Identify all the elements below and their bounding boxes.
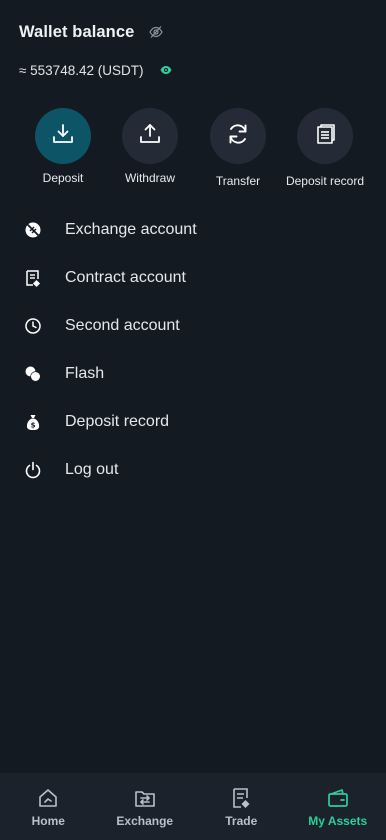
contract-doc-icon — [24, 269, 42, 287]
menu-item-label: Flash — [65, 365, 105, 382]
eye-slash-icon[interactable] — [149, 25, 164, 39]
money-bag-icon: $ — [24, 413, 42, 431]
menu-item-exchange-account[interactable]: Exchange account — [0, 206, 386, 254]
wallet-header: Wallet balance — [19, 20, 164, 44]
wallet-icon — [327, 787, 349, 809]
document-icon — [314, 123, 336, 150]
upload-icon — [139, 123, 161, 150]
menu-item-label: Second account — [65, 317, 180, 334]
withdraw-label: Withdraw — [124, 171, 175, 185]
deposit-record-label: Deposit record — [285, 174, 365, 188]
transfer-button[interactable]: Transfer — [192, 108, 284, 188]
deposit-record-button[interactable]: Deposit record — [279, 108, 371, 188]
clock-icon — [24, 317, 42, 335]
tab-exchange[interactable]: Exchange — [97, 773, 194, 840]
tab-label: My Assets — [308, 814, 368, 828]
eye-icon[interactable] — [160, 64, 172, 76]
refresh-icon — [226, 122, 250, 151]
deposit-label: Deposit — [42, 171, 84, 185]
quick-actions: Deposit Withdraw Transfer Deposit record — [0, 108, 386, 198]
withdraw-button[interactable]: Withdraw — [104, 108, 196, 185]
menu-item-label: Log out — [65, 461, 119, 478]
tab-label: Trade — [225, 814, 258, 828]
power-icon — [24, 461, 42, 479]
menu-item-flash[interactable]: Flash — [0, 350, 386, 398]
flash-coins-icon — [24, 365, 42, 383]
balance-row: ≈ 553748.42 (USDT) — [19, 60, 172, 80]
tab-label: Home — [31, 814, 65, 828]
tab-trade[interactable]: Trade — [193, 773, 290, 840]
bottom-tab-bar: Home Exchange Trade My Assets — [0, 773, 386, 840]
transfer-label: Transfer — [215, 174, 261, 188]
account-menu: Exchange account Contract account Second… — [0, 206, 386, 494]
exchange-coin-icon — [24, 221, 42, 239]
page-title: Wallet balance — [19, 22, 135, 41]
menu-item-contract-account[interactable]: Contract account — [0, 254, 386, 302]
menu-item-deposit-record[interactable]: $ Deposit record — [0, 398, 386, 446]
download-icon — [52, 123, 74, 150]
deposit-circle[interactable] — [35, 108, 91, 164]
exchange-folder-icon — [134, 787, 156, 809]
menu-item-label: Exchange account — [65, 221, 197, 238]
menu-item-log-out[interactable]: Log out — [0, 446, 386, 494]
transfer-circle[interactable] — [210, 108, 266, 164]
menu-item-second-account[interactable]: Second account — [0, 302, 386, 350]
menu-item-label: Contract account — [65, 269, 186, 286]
deposit-button[interactable]: Deposit — [17, 108, 109, 185]
trade-doc-icon — [230, 787, 252, 809]
tab-label: Exchange — [116, 814, 174, 828]
menu-item-label: Deposit record — [65, 413, 170, 430]
tab-home[interactable]: Home — [0, 773, 97, 840]
svg-text:$: $ — [31, 422, 36, 430]
deposit-record-circle[interactable] — [297, 108, 353, 164]
balance-amount: ≈ 553748.42 (USDT) — [19, 62, 144, 78]
tab-my-assets[interactable]: My Assets — [290, 773, 386, 840]
withdraw-circle[interactable] — [122, 108, 178, 164]
home-icon — [37, 787, 59, 809]
